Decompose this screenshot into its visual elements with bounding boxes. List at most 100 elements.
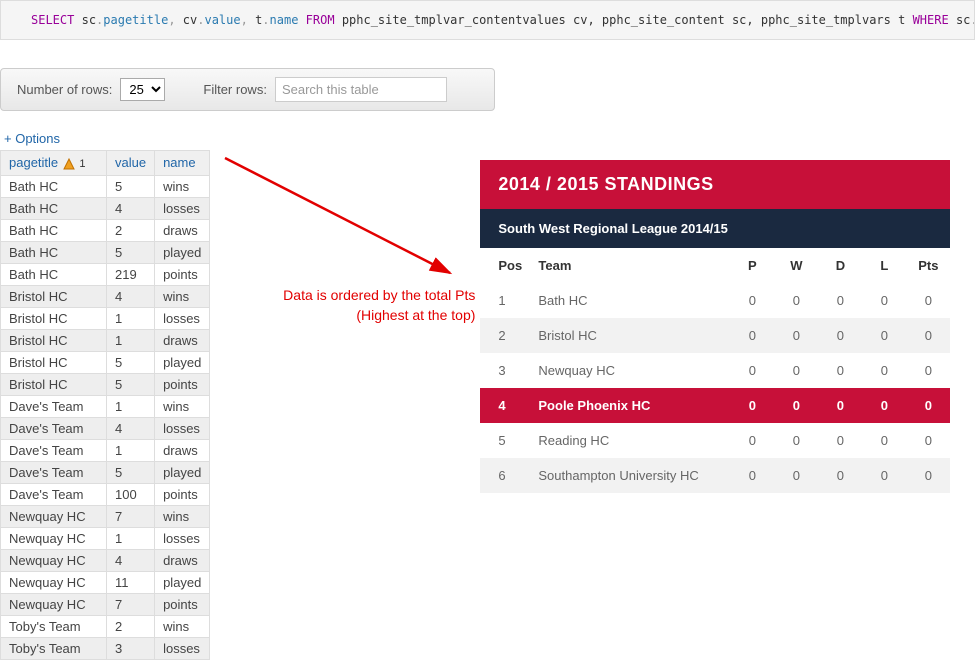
standings-cell-pts: 0 xyxy=(906,423,950,458)
standings-cell-l: 0 xyxy=(862,283,906,318)
cell-name: losses xyxy=(155,417,210,439)
standings-cell-d: 0 xyxy=(818,388,862,423)
sql-query-bar: SELECT sc.pagetitle, cv.value, t.name FR… xyxy=(0,0,975,40)
col-header-name[interactable]: name xyxy=(155,151,210,176)
table-row: Toby's Team2wins xyxy=(1,615,210,637)
cell-value: 11 xyxy=(107,571,155,593)
standings-cell-l: 0 xyxy=(862,388,906,423)
cell-name: played xyxy=(155,571,210,593)
filter-label: Filter rows: xyxy=(203,82,267,97)
cell-name: losses xyxy=(155,637,210,659)
cell-value: 2 xyxy=(107,615,155,637)
standings-header-w: W xyxy=(774,248,818,283)
cell-pagetitle: Dave's Team xyxy=(1,417,107,439)
table-row: Newquay HC7wins xyxy=(1,505,210,527)
cell-value: 100 xyxy=(107,483,155,505)
table-row: Dave's Team1draws xyxy=(1,439,210,461)
standings-row: 2Bristol HC00000 xyxy=(480,318,950,353)
standings-cell-w: 0 xyxy=(774,283,818,318)
sql-where-kw: WHERE xyxy=(913,13,949,27)
standings-row: 5Reading HC00000 xyxy=(480,423,950,458)
standings-cell-team: Bath HC xyxy=(530,283,730,318)
standings-cell-d: 0 xyxy=(818,318,862,353)
standings-cell-pos: 3 xyxy=(480,353,530,388)
cell-value: 2 xyxy=(107,219,155,241)
cell-name: played xyxy=(155,461,210,483)
cell-name: losses xyxy=(155,527,210,549)
sql-fields: sc.pagetitle, cv.value, t.name xyxy=(82,13,306,27)
cell-pagetitle: Toby's Team xyxy=(1,637,107,659)
standings-row: 6Southampton University HC00000 xyxy=(480,458,950,493)
cell-name: points xyxy=(155,263,210,285)
standings-cell-w: 0 xyxy=(774,318,818,353)
cell-pagetitle: Bath HC xyxy=(1,175,107,197)
table-row: Bath HC5played xyxy=(1,241,210,263)
col-header-pagetitle[interactable]: pagetitle 1 xyxy=(1,151,107,176)
standings-cell-w: 0 xyxy=(774,458,818,493)
cell-name: points xyxy=(155,373,210,395)
cell-pagetitle: Newquay HC xyxy=(1,527,107,549)
standings-header-pos: Pos xyxy=(480,248,530,283)
standings-title: 2014 / 2015 STANDINGS xyxy=(480,160,950,209)
standings-cell-pos: 2 xyxy=(480,318,530,353)
rows-label: Number of rows: xyxy=(17,82,112,97)
rows-select[interactable]: 25 xyxy=(120,78,165,101)
standings-header-d: D xyxy=(818,248,862,283)
standings-cell-pos: 1 xyxy=(480,283,530,318)
table-row: Bristol HC1draws xyxy=(1,329,210,351)
standings-cell-w: 0 xyxy=(774,388,818,423)
standings-cell-d: 0 xyxy=(818,353,862,388)
standings-cell-w: 0 xyxy=(774,423,818,458)
cell-pagetitle: Toby's Team xyxy=(1,615,107,637)
cell-value: 5 xyxy=(107,351,155,373)
standings-cell-p: 0 xyxy=(730,283,774,318)
cell-name: draws xyxy=(155,219,210,241)
cell-value: 4 xyxy=(107,549,155,571)
cell-pagetitle: Newquay HC xyxy=(1,571,107,593)
standings-cell-l: 0 xyxy=(862,458,906,493)
cell-name: wins xyxy=(155,505,210,527)
standings-header-l: L xyxy=(862,248,906,283)
arrow-annotation-icon xyxy=(215,148,475,308)
standings-cell-pts: 0 xyxy=(906,318,950,353)
sql-select-kw: SELECT xyxy=(31,13,74,27)
standings-row: 3Newquay HC00000 xyxy=(480,353,950,388)
col-header-value[interactable]: value xyxy=(107,151,155,176)
cell-pagetitle: Dave's Team xyxy=(1,439,107,461)
table-row: Bath HC4losses xyxy=(1,197,210,219)
standings-cell-team: Bristol HC xyxy=(530,318,730,353)
cell-pagetitle: Bath HC xyxy=(1,241,107,263)
cell-pagetitle: Bristol HC xyxy=(1,373,107,395)
table-row: Bristol HC5points xyxy=(1,373,210,395)
standings-cell-team: Poole Phoenix HC xyxy=(530,388,730,423)
standings-cell-p: 0 xyxy=(730,458,774,493)
sql-from-kw: FROM xyxy=(306,13,335,27)
cell-value: 4 xyxy=(107,197,155,219)
cell-pagetitle: Bristol HC xyxy=(1,351,107,373)
sql-tables: pphc_site_tmplvar_contentvalues cv, pphc… xyxy=(342,13,906,27)
cell-name: losses xyxy=(155,197,210,219)
sort-asc-icon xyxy=(62,157,76,171)
cell-value: 1 xyxy=(107,307,155,329)
cell-pagetitle: Bristol HC xyxy=(1,307,107,329)
cell-pagetitle: Bath HC xyxy=(1,197,107,219)
standings-cell-d: 0 xyxy=(818,283,862,318)
cell-pagetitle: Dave's Team xyxy=(1,395,107,417)
standings-cell-pos: 6 xyxy=(480,458,530,493)
standings-cell-d: 0 xyxy=(818,458,862,493)
cell-name: played xyxy=(155,351,210,373)
standings-cell-p: 0 xyxy=(730,353,774,388)
standings-cell-pos: 4 xyxy=(480,388,530,423)
table-row: Dave's Team100points xyxy=(1,483,210,505)
table-row: Newquay HC4draws xyxy=(1,549,210,571)
cell-value: 7 xyxy=(107,593,155,615)
standings-subtitle: South West Regional League 2014/15 xyxy=(480,209,950,248)
cell-value: 1 xyxy=(107,527,155,549)
standings-cell-l: 0 xyxy=(862,423,906,458)
cell-name: draws xyxy=(155,439,210,461)
results-toolbar: Number of rows: 25 Filter rows: xyxy=(0,68,495,111)
table-row: Toby's Team3losses xyxy=(1,637,210,659)
filter-input[interactable] xyxy=(275,77,447,102)
options-link[interactable]: + Options xyxy=(4,131,975,146)
table-row: Bristol HC4wins xyxy=(1,285,210,307)
